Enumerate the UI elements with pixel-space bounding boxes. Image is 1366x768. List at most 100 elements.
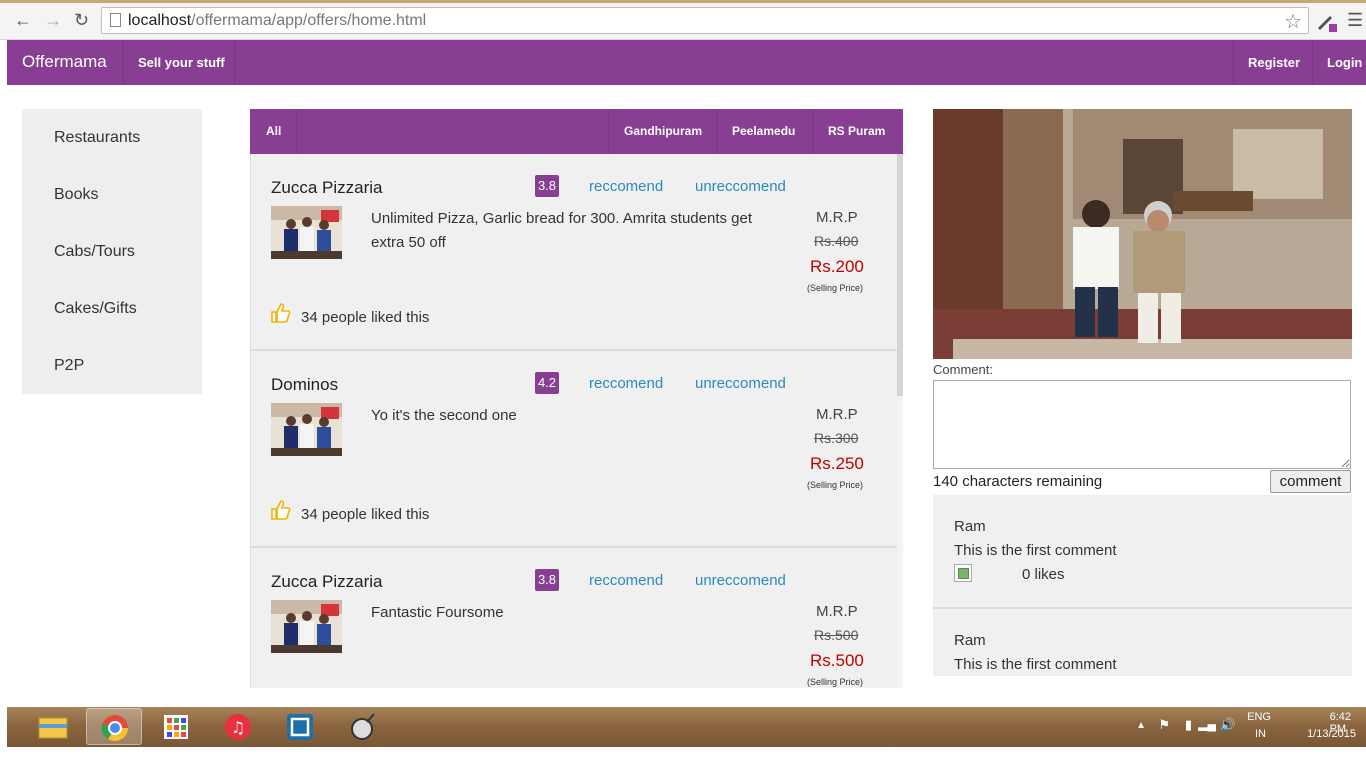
tab-strip [0,0,1366,3]
comments-list: Ram This is the first comment 0 likes Ra… [933,495,1352,676]
apps-grid-icon[interactable] [148,708,204,745]
offer-thumbnail[interactable] [271,206,342,259]
divider [296,109,297,154]
divider [1233,40,1234,85]
rating-badge: 3.8 [535,569,559,591]
unrecommend-link[interactable]: unreccomend [695,178,786,195]
comment-item: Ram This is the first comment 0 likes [933,495,1352,609]
comment-author: Ram [954,518,986,535]
register-link[interactable]: Register [1248,55,1300,70]
rating-badge: 4.2 [535,372,559,394]
unrecommend-link[interactable]: unreccomend [695,375,786,392]
itunes-icon[interactable]: ♫ [210,708,266,745]
mrp-label: M.R.P [816,209,858,226]
category-p2p[interactable]: P2P [54,357,84,375]
offer-card: Dominos 4.2 reccomend unreccomend Yo it'… [251,351,897,548]
svg-text:♫: ♫ [231,718,245,737]
browser-toolbar: ← → ↻ localhost/offermama/app/offers/hom… [0,0,1366,40]
filter-all[interactable]: All [266,124,281,138]
divider [234,40,235,85]
selling-price-note: (Selling Price) [807,480,864,490]
recommend-link[interactable]: reccomend [589,375,663,392]
selling-price: Rs.500 [810,651,864,670]
login-link[interactable]: Login [1327,55,1362,70]
show-hidden-icons-icon[interactable]: ▲ [1136,720,1146,731]
taskbar: ♫ ▲ ⚑ ▮ ▂▄ 🔊 ENG IN 6:42 PM 1/13/2015 [7,707,1366,747]
featured-photo [933,109,1352,359]
selling-price-note: (Selling Price) [807,677,864,687]
bookmark-star-icon[interactable]: ☆ [1284,9,1302,34]
power-icon[interactable]: ▮ [1185,717,1192,733]
offer-name[interactable]: Zucca Pizzaria [271,572,382,592]
reload-icon[interactable]: ↻ [74,10,89,30]
category-restaurants[interactable]: Restaurants [54,129,140,147]
language-code: ENG [1247,711,1271,723]
action-center-flag-icon[interactable]: ⚑ [1158,717,1170,733]
menu-icon[interactable]: ☰ [1347,10,1363,31]
offer-name[interactable]: Dominos [271,375,338,395]
back-arrow-icon[interactable]: ← [14,10,32,30]
gimp-icon[interactable] [334,708,390,745]
unrecommend-link[interactable]: unreccomend [695,572,786,589]
offers-scrollbar-thumb[interactable] [897,154,903,396]
offer-card: Zucca Pizzaria 3.8 reccomend unreccomend… [251,154,897,351]
offer-thumbnail[interactable] [271,403,342,456]
file-explorer-icon[interactable] [25,708,81,745]
offer-name[interactable]: Zucca Pizzaria [271,178,382,198]
comment-author: Ram [954,632,986,649]
comment-item: Ram This is the first comment [933,609,1352,676]
comment-text: This is the first comment [954,542,1117,559]
divider [812,109,813,154]
comment-button[interactable]: comment [1270,470,1351,493]
forward-arrow-icon[interactable]: → [44,10,62,30]
like-image-icon[interactable] [954,564,972,582]
address-bar[interactable]: localhost/offermama/app/offers/home.html… [101,7,1309,34]
brand-logo[interactable]: Offermama [22,52,107,72]
category-sidebar: Restaurants Books Cabs/Tours Cakes/Gifts… [22,109,202,394]
selling-price-note: (Selling Price) [807,283,864,293]
comment-label: Comment: [933,362,993,377]
mrp-label: M.R.P [816,603,858,620]
category-cabs-tours[interactable]: Cabs/Tours [54,243,135,261]
characters-remaining: 140 characters remaining [933,473,1103,490]
brackets-icon[interactable] [272,708,328,745]
offer-description: Unlimited Pizza, Garlic bread for 300. A… [371,210,753,251]
recommend-link[interactable]: reccomend [589,572,663,589]
divider [123,40,124,85]
thumbs-up-icon[interactable] [270,302,292,324]
divider [608,109,609,154]
region-indicator: IN [1255,728,1266,740]
chrome-icon[interactable] [86,708,142,745]
top-navbar: Offermama Sell your stuff Register Login [7,40,1366,85]
category-cakes-gifts[interactable]: Cakes/Gifts [54,300,137,318]
network-signal-icon[interactable]: ▂▄ [1198,717,1216,731]
page-icon [110,13,121,27]
offer-card: Zucca Pizzaria 3.8 reccomend unreccomend… [251,548,897,688]
location-filter-bar: All Gandhipuram Peelamedu RS Puram [250,109,903,154]
selling-price: Rs.250 [810,454,864,473]
filter-peelamedu[interactable]: Peelamedu [732,124,795,138]
recommend-link[interactable]: reccomend [589,178,663,195]
comment-text: This is the first comment [954,656,1117,673]
eyedropper-extension-icon[interactable] [1316,10,1338,34]
likes-count: 34 people liked this [301,506,430,523]
likes-count: 34 people liked this [301,309,430,326]
thumbs-up-icon[interactable] [270,499,292,521]
sell-your-stuff-link[interactable]: Sell your stuff [138,55,225,70]
comment-textarea[interactable] [933,380,1351,469]
mrp-label: M.R.P [816,406,858,423]
offers-list: Zucca Pizzaria 3.8 reccomend unreccomend… [250,154,897,688]
mrp-price: Rs.400 [814,233,859,249]
comment-likes: 0 likes [1022,566,1065,583]
offer-description: Yo it's the second one [371,407,517,424]
divider [716,109,717,154]
volume-icon[interactable]: 🔊 [1220,717,1236,733]
language-indicator[interactable]: ENG [1247,711,1271,723]
filter-gandhipuram[interactable]: Gandhipuram [624,124,702,138]
filter-rs-puram[interactable]: RS Puram [828,124,885,138]
selling-price: Rs.200 [810,257,864,276]
category-books[interactable]: Books [54,186,98,204]
clock-date[interactable]: 1/13/2015 [1307,728,1356,740]
offer-description: Fantastic Foursome [371,604,504,621]
offer-thumbnail[interactable] [271,600,342,653]
